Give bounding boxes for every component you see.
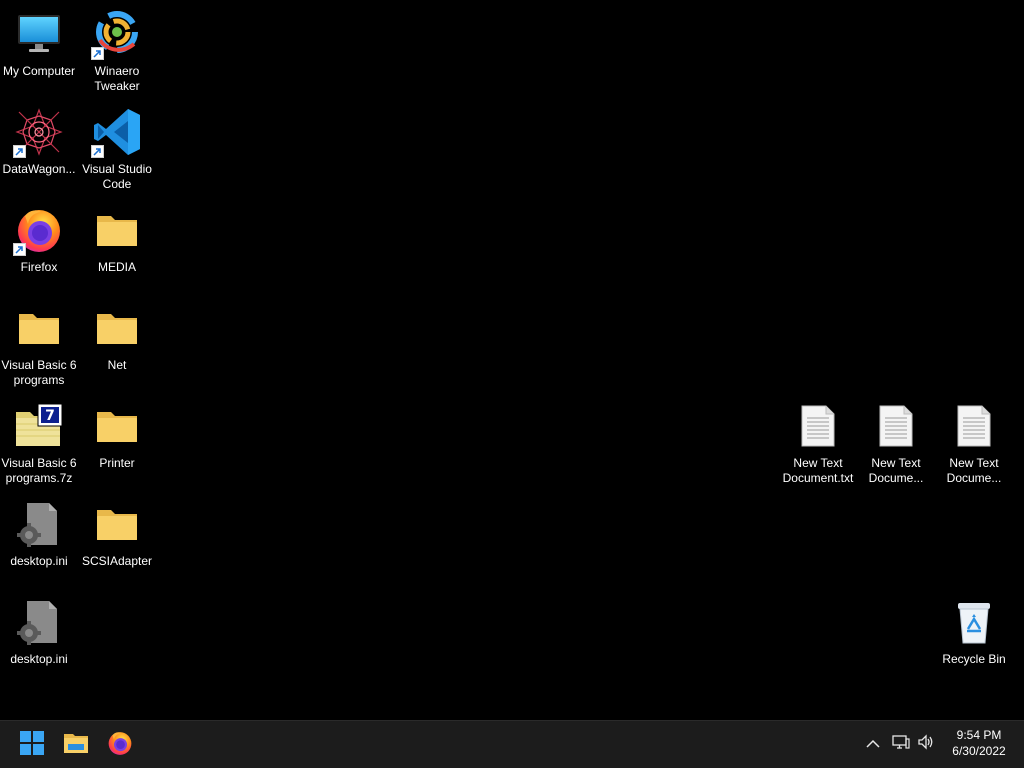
svg-text:7: 7: [45, 408, 55, 424]
text-file-icon: [792, 400, 844, 452]
settings-file-icon: [13, 596, 65, 648]
firefox-icon-item[interactable]: Firefox: [0, 202, 78, 298]
icon-label: My Computer: [2, 64, 76, 78]
text-file-icon: [870, 400, 922, 452]
folder-icon: [91, 302, 143, 354]
net-folder-item[interactable]: Net: [78, 300, 156, 396]
icon-label: Firefox: [20, 260, 58, 274]
icon-label: Printer: [99, 456, 135, 470]
icon-label: DataWagon...: [2, 162, 76, 176]
shortcut-arrow-icon: [13, 243, 26, 256]
folder-icon: [91, 204, 143, 256]
folder-icon: [91, 498, 143, 550]
file-explorer-button[interactable]: [56, 725, 96, 765]
datawagon-icon: [13, 106, 65, 158]
winaero-tweaker-icon-item[interactable]: Winaero Tweaker: [78, 6, 156, 102]
firefox-icon: [13, 204, 65, 256]
recycle-bin-item[interactable]: Recycle Bin: [935, 594, 1013, 690]
datawagon-icon-item[interactable]: DataWagon...: [0, 104, 78, 200]
recycle-bin-icon: [948, 596, 1000, 648]
icon-label: Winaero Tweaker: [94, 64, 140, 93]
vscode-icon: [91, 106, 143, 158]
volume-button[interactable]: [914, 721, 938, 768]
text-document-item-1[interactable]: New Text Document.txt: [779, 398, 857, 494]
firefox-taskbar-button[interactable]: [100, 725, 140, 765]
monitor-icon: [13, 8, 65, 60]
7z-archive-icon: 7: [13, 400, 65, 452]
start-button[interactable]: [12, 725, 52, 765]
icon-label: MEDIA: [97, 260, 136, 274]
file-explorer-icon: [63, 732, 89, 759]
icon-label: SCSIAdapter: [81, 554, 153, 568]
icon-label: Net: [107, 358, 127, 372]
winaero-tweaker-icon: [91, 8, 143, 60]
vb6-programs-folder-item[interactable]: Visual Basic 6 programs: [0, 300, 78, 396]
folder-icon: [91, 400, 143, 452]
vscode-icon-item[interactable]: Visual Studio Code: [78, 104, 156, 200]
printer-folder-item[interactable]: Printer: [78, 398, 156, 494]
icon-label: Visual Basic 6 programs.7z: [1, 456, 77, 485]
icon-label: New Text Docume...: [946, 456, 1002, 485]
windows-logo-icon: [20, 730, 44, 760]
clock-time: 9:54 PM: [956, 728, 1002, 742]
desktop-ini-item-1[interactable]: desktop.ini: [0, 496, 78, 592]
icon-label: New Text Docume...: [868, 456, 924, 485]
clock-date: 6/30/2022: [952, 744, 1006, 758]
my-computer-icon-item[interactable]: My Computer: [0, 6, 78, 102]
show-hidden-icons-button[interactable]: [862, 721, 884, 768]
shortcut-arrow-icon: [13, 145, 26, 158]
taskbar: 9:54 PM 6/30/2022: [0, 720, 1024, 768]
icon-label: New Text Document.txt: [782, 456, 854, 485]
desktop[interactable]: My Computer DataWagon... Firefox Visual …: [0, 0, 1024, 720]
vb6-7z-archive-item[interactable]: 7 Visual Basic 6 programs.7z: [0, 398, 78, 494]
shortcut-arrow-icon: [91, 145, 104, 158]
scsiadapter-folder-item[interactable]: SCSIAdapter: [78, 496, 156, 592]
folder-icon: [13, 302, 65, 354]
clock[interactable]: 9:54 PM 6/30/2022: [944, 727, 1014, 759]
text-file-icon: [948, 400, 1000, 452]
shortcut-arrow-icon: [91, 47, 104, 60]
chevron-up-icon: [866, 736, 880, 754]
network-icon: [892, 734, 910, 755]
media-folder-item[interactable]: MEDIA: [78, 202, 156, 298]
text-document-item-3[interactable]: New Text Docume...: [935, 398, 1013, 494]
volume-icon: [917, 734, 935, 755]
text-document-item-2[interactable]: New Text Docume...: [857, 398, 935, 494]
icon-label: Visual Basic 6 programs: [1, 358, 77, 387]
desktop-ini-item-2[interactable]: desktop.ini: [0, 594, 78, 690]
icon-label: desktop.ini: [10, 554, 68, 568]
icon-label: Visual Studio Code: [82, 162, 152, 191]
network-button[interactable]: [889, 721, 913, 768]
settings-file-icon: [13, 498, 65, 550]
icon-label: Recycle Bin: [942, 652, 1006, 666]
firefox-icon: [107, 730, 133, 761]
icon-label: desktop.ini: [10, 652, 68, 666]
